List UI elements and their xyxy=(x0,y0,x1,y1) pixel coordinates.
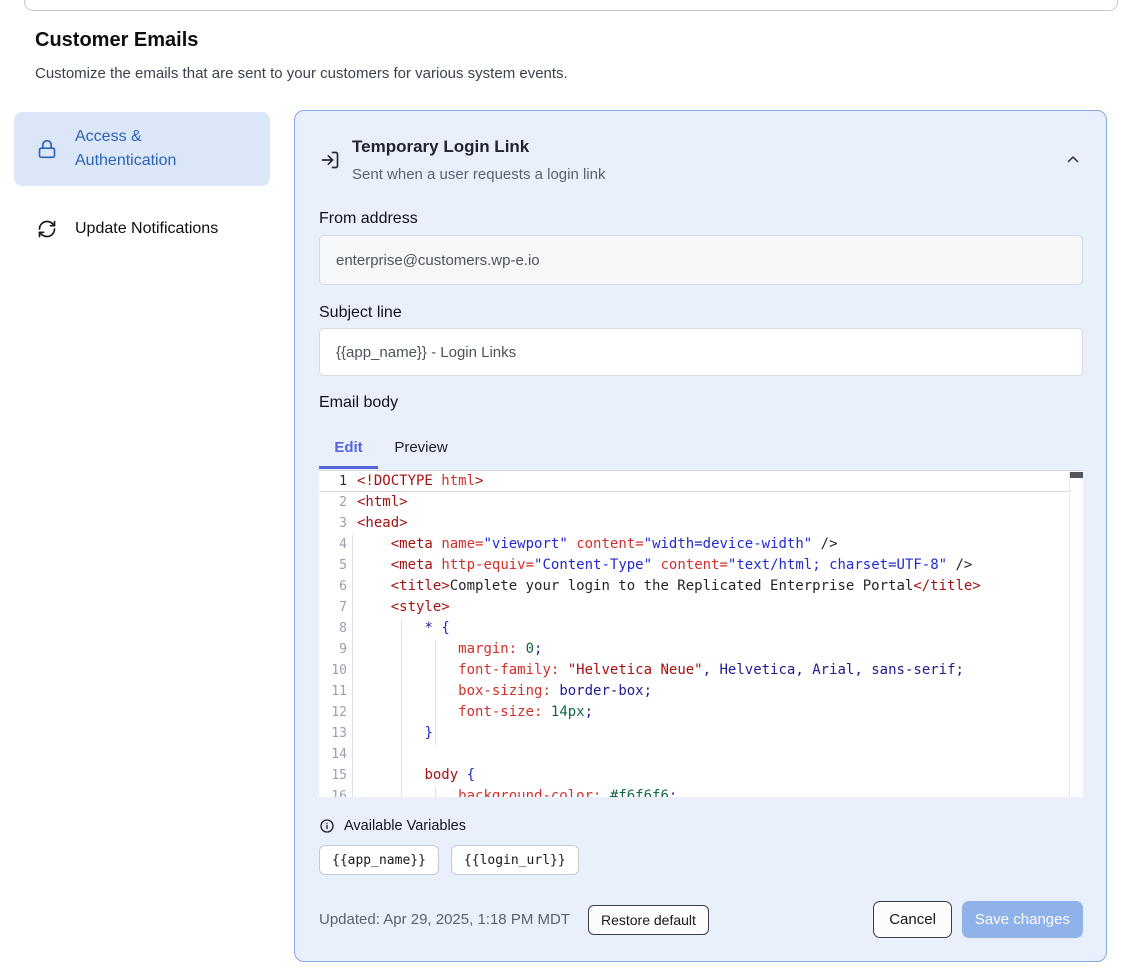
line-number: 6 xyxy=(319,576,347,597)
code-text: <meta http-equiv="Content-Type" content=… xyxy=(357,555,972,576)
indent-guide xyxy=(401,619,402,797)
code-line[interactable]: 6 <title>Complete your login to the Repl… xyxy=(319,576,1083,597)
code-line[interactable]: 10 font-family: "Helvetica Neue", Helvet… xyxy=(319,660,1083,681)
variable-chip-login-url[interactable]: {{login_url}} xyxy=(451,845,579,875)
tab-preview[interactable]: Preview xyxy=(378,429,464,466)
line-number: 16 xyxy=(319,786,347,797)
lock-icon xyxy=(37,139,57,159)
code-line[interactable]: 16 background-color: #f6f6f6; xyxy=(319,786,1083,797)
code-text: <html> xyxy=(357,492,408,513)
code-text: <head> xyxy=(357,513,408,534)
log-in-icon xyxy=(320,150,340,170)
editor-scrollbar[interactable] xyxy=(1069,472,1083,797)
card-description: Sent when a user requests a login link xyxy=(352,166,605,183)
line-number: 13 xyxy=(319,723,347,744)
line-number: 7 xyxy=(319,597,347,618)
scrollbar-thumb[interactable] xyxy=(1070,472,1083,478)
code-line[interactable]: 5 <meta http-equiv="Content-Type" conten… xyxy=(319,555,1083,576)
code-text: <style> xyxy=(357,597,450,618)
code-editor-lines: 1<!DOCTYPE html>2<html>3<head>4 <meta na… xyxy=(319,471,1083,797)
indent-guide xyxy=(352,535,353,797)
refresh-icon xyxy=(37,219,57,239)
code-line[interactable]: 13 } xyxy=(319,723,1083,744)
code-text: font-size: 14px; xyxy=(357,702,593,723)
indent-guide xyxy=(435,640,436,745)
restore-default-button[interactable]: Restore default xyxy=(588,905,709,935)
sidebar-item-label: Update Notifications xyxy=(75,217,218,241)
code-text: <meta name="viewport" content="width=dev… xyxy=(357,534,838,555)
code-line[interactable]: 3 <head> xyxy=(319,513,1083,534)
code-line[interactable]: 9 margin: 0; xyxy=(319,639,1083,660)
code-editor[interactable]: 1<!DOCTYPE html>2<html>3<head>4 <meta na… xyxy=(319,470,1083,797)
code-text: body { xyxy=(357,765,475,786)
active-tab-indicator xyxy=(319,466,378,469)
sidebar-item-label: Access & Authentication xyxy=(75,125,225,173)
code-text: } xyxy=(357,723,433,744)
line-number: 9 xyxy=(319,639,347,660)
code-line[interactable]: 14 xyxy=(319,744,1083,765)
code-text: <title>Complete your login to the Replic… xyxy=(357,576,981,597)
line-number: 2 xyxy=(319,492,347,513)
code-text: background-color: #f6f6f6; xyxy=(357,786,677,797)
line-number: 15 xyxy=(319,765,347,786)
customer-emails-page: Customer Emails Customize the emails tha… xyxy=(0,0,1128,980)
available-variables-label: Available Variables xyxy=(344,818,466,834)
cancel-button[interactable]: Cancel xyxy=(873,901,952,938)
tab-edit[interactable]: Edit xyxy=(319,429,378,466)
line-number: 1 xyxy=(319,471,347,491)
code-text: <!DOCTYPE html> xyxy=(357,471,483,491)
code-line[interactable]: 4 <meta name="viewport" content="width=d… xyxy=(319,534,1083,555)
code-line[interactable]: 8 * { xyxy=(319,618,1083,639)
code-line[interactable]: 2 <html> xyxy=(319,492,1083,513)
email-settings-card: Temporary Login Link Sent when a user re… xyxy=(294,110,1107,962)
code-text: font-family: "Helvetica Neue", Helvetica… xyxy=(357,660,964,681)
updated-timestamp: Updated: Apr 29, 2025, 1:18 PM MDT xyxy=(319,911,570,928)
save-changes-button[interactable]: Save changes xyxy=(962,901,1083,938)
line-number: 14 xyxy=(319,744,347,765)
indent-guide xyxy=(435,787,436,797)
card-title: Temporary Login Link xyxy=(352,137,529,157)
code-line[interactable]: 1 <!DOCTYPE html> xyxy=(319,471,1083,492)
previous-panel-bottom-edge xyxy=(24,0,1118,11)
code-line[interactable]: 11 box-sizing: border-box; xyxy=(319,681,1083,702)
from-address-input xyxy=(319,235,1083,285)
variable-chip-app-name[interactable]: {{app_name}} xyxy=(319,845,439,875)
collapse-button[interactable] xyxy=(1060,147,1086,173)
from-address-label: From address xyxy=(319,210,418,228)
line-number: 12 xyxy=(319,702,347,723)
code-line[interactable]: 7 <style> xyxy=(319,597,1083,618)
code-text: margin: 0; xyxy=(357,639,542,660)
subject-line-label: Subject line xyxy=(319,304,402,322)
line-number: 5 xyxy=(319,555,347,576)
subject-line-input[interactable] xyxy=(319,328,1083,376)
page-subtitle: Customize the emails that are sent to yo… xyxy=(35,65,568,82)
email-body-label: Email body xyxy=(319,394,398,412)
line-number: 11 xyxy=(319,681,347,702)
line-number: 8 xyxy=(319,618,347,639)
page-title: Customer Emails xyxy=(35,29,198,52)
sidebar-item-access-authentication[interactable]: Access & Authentication xyxy=(14,112,270,186)
line-number: 10 xyxy=(319,660,347,681)
chevron-up-icon xyxy=(1064,151,1082,169)
sidebar-item-update-notifications[interactable]: Update Notifications xyxy=(14,209,270,249)
code-line[interactable]: 15 body { xyxy=(319,765,1083,786)
info-icon xyxy=(319,818,335,834)
code-text: * { xyxy=(357,618,450,639)
line-number: 3 xyxy=(319,513,347,534)
line-number: 4 xyxy=(319,534,347,555)
code-line[interactable]: 12 font-size: 14px; xyxy=(319,702,1083,723)
